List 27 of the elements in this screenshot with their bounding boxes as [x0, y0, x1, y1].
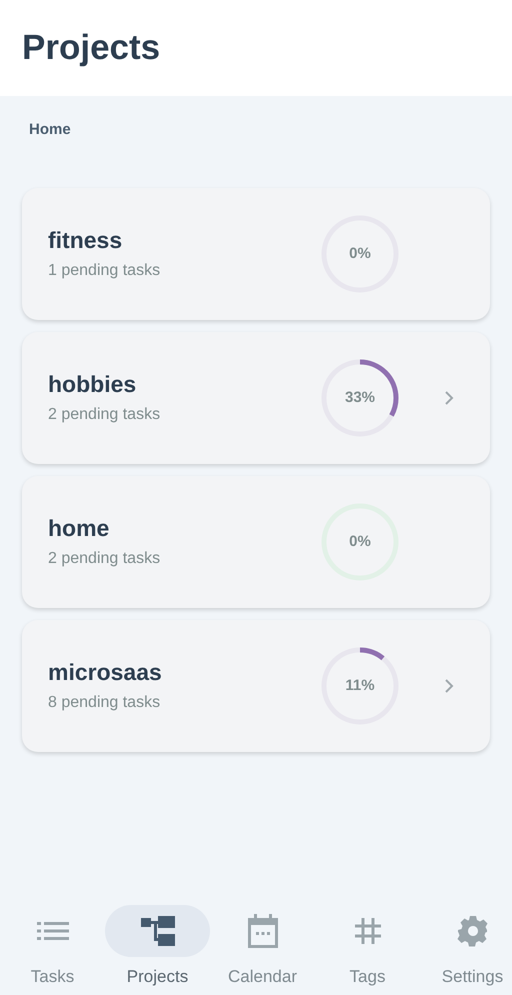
nav-tab[interactable]: Tasks	[0, 905, 105, 995]
nav-tab[interactable]: Settings	[420, 905, 512, 995]
project-card[interactable]: fitness 1 pending tasks 0%	[22, 188, 490, 320]
nav-tab[interactable]: Tags	[315, 905, 420, 995]
hierarchy-icon	[140, 916, 174, 946]
project-name: fitness	[48, 226, 124, 255]
settings-icon	[456, 915, 488, 947]
hash-icon	[354, 917, 382, 945]
percent-label: 11%	[345, 676, 375, 696]
project-card[interactable]: home 2 pending tasks 0%	[22, 476, 490, 608]
project-name: hobbies	[48, 370, 138, 399]
percent-label: 0%	[349, 244, 371, 264]
percent-label: 0%	[349, 532, 371, 552]
breadcrumb: Home	[29, 121, 71, 138]
project-name: home	[48, 514, 110, 543]
nav-tab[interactable]: Calendar	[210, 905, 315, 995]
calendar-icon	[248, 914, 278, 948]
pending-count: 2 pending tasks	[48, 405, 162, 425]
pending-count: 8 pending tasks	[48, 693, 162, 713]
percent-label: 33%	[344, 388, 376, 408]
pending-count: 2 pending tasks	[48, 549, 162, 569]
project-name: microsaas	[48, 658, 163, 687]
pending-count: 1 pending tasks	[48, 261, 162, 281]
page-title: Projects	[22, 26, 160, 69]
project-card[interactable]: hobbies 2 pending tasks 33%	[22, 332, 490, 464]
list-icon	[36, 921, 68, 941]
project-card[interactable]: microsaas 8 pending tasks 11%	[22, 620, 490, 752]
